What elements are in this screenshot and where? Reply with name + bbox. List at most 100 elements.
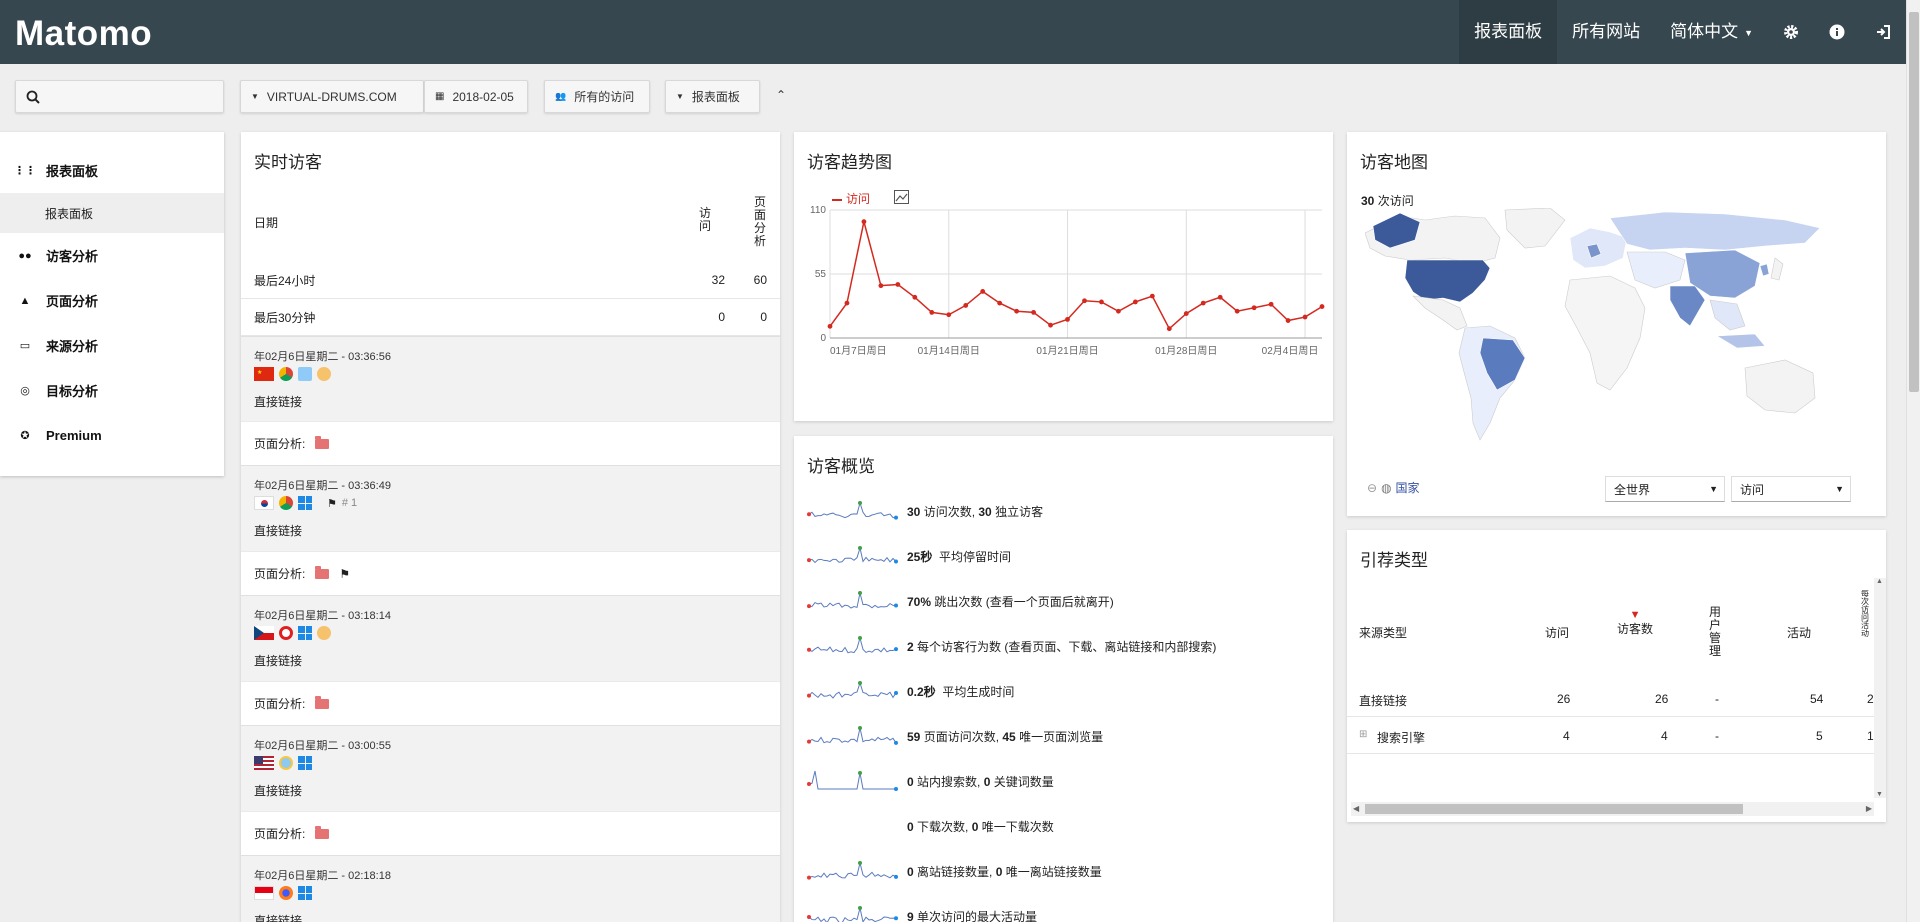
folder-icon[interactable] [315,695,330,709]
overview-label: 唯一下载次数 [978,819,1054,834]
col-referrer-type[interactable]: 来源类型 [1359,624,1407,641]
site-selector[interactable]: ▼ VIRTUAL-DRUMS.COM [240,80,424,113]
visit-item[interactable]: 年02月6日星期二 - 03:36:56 ★ 直接链接 [241,336,780,421]
region-select[interactable]: 全世界 ▼ [1605,476,1725,502]
table-row[interactable]: ⊞ 搜索引擎 4 4 - 5 1. [1347,717,1886,754]
chrome-icon [279,367,293,381]
data-point[interactable] [946,312,952,318]
data-point[interactable] [1268,301,1274,307]
visit-item[interactable]: 年02月6日星期二 - 03:18:14 直接链接 [241,595,780,681]
data-point[interactable] [1200,300,1206,306]
menu-item-visitors[interactable]: ●● 访客分析 [0,233,224,278]
sparkline-icon[interactable] [807,587,899,615]
map-level-link[interactable]: 国家 [1396,479,1420,496]
menu-item-dashboard[interactable]: ⋮⋮ 报表面板 [0,148,224,193]
goal-flag-icon: ⚑ [339,566,351,581]
data-point[interactable] [1031,310,1036,315]
info-icon[interactable] [1814,0,1860,64]
col-users[interactable]: 用户管理 [1709,606,1723,658]
menu-item-actions[interactable]: ▲ 页面分析 [0,278,224,323]
menu-item-goals[interactable]: ◎ 目标分析 [0,368,224,413]
data-point[interactable] [1302,314,1308,320]
data-point[interactable] [929,310,935,315]
data-point[interactable] [878,283,884,289]
data-point[interactable] [997,300,1003,306]
data-point[interactable] [1319,304,1325,309]
metric-select[interactable]: 访问 ▼ [1731,476,1851,502]
folder-icon[interactable] [315,565,330,579]
matomo-logo[interactable]: Matomo [15,14,152,54]
folder-icon[interactable] [315,435,330,449]
segment-selector[interactable]: 👥 所有的访问 [544,80,650,113]
table-horizontal-scrollbar-thumb[interactable] [1365,804,1743,814]
collapse-icon[interactable]: ⌃ [776,88,786,102]
data-point[interactable] [1217,294,1223,300]
world-map[interactable] [1365,208,1835,448]
sparkline-icon[interactable] [807,542,899,570]
data-point[interactable] [1183,311,1189,316]
sparkline-icon[interactable] [807,857,899,885]
sparkline-icon[interactable] [807,497,899,525]
visit-time: 年02月6日星期二 - 03:00:55 [254,740,391,752]
visit-item[interactable]: 年02月6日星期二 - 02:18:18 直接链接 [241,855,780,922]
search-input[interactable] [15,80,224,113]
sparkline-icon[interactable] [807,632,899,660]
col-visits[interactable]: 访问 [1545,624,1569,641]
expand-icon[interactable]: ⊞ [1359,729,1367,740]
sparkline-icon[interactable] [807,767,899,795]
data-point[interactable] [1251,305,1257,311]
nav-language[interactable]: 简体中文 ▼ [1655,0,1768,64]
data-point[interactable] [963,303,969,308]
menu-subitem-dashboard[interactable]: 报表面板 [0,193,224,233]
data-point[interactable] [1234,308,1240,314]
globe-icon[interactable]: ◍ [1381,481,1391,495]
data-point[interactable] [1014,308,1020,314]
folder-icon[interactable] [315,825,330,839]
sparkline-icon[interactable] [807,902,899,922]
col-actions-per-visit[interactable]: 每次访问活动 [1861,590,1871,642]
table-vertical-scrollbar[interactable]: ▲ ▼ [1874,578,1886,798]
col-actions[interactable]: 活动 [1787,624,1811,641]
menu-item-referrers[interactable]: ▭ 来源分析 [0,323,224,368]
data-point[interactable] [1285,318,1291,323]
data-point[interactable] [861,219,867,225]
data-point[interactable] [1048,322,1053,328]
visit-item[interactable]: 年02月6日星期二 - 03:00:55 直接链接 [241,725,780,811]
overview-label: 平均生成时间 [935,684,1015,699]
data-point[interactable] [1116,308,1121,314]
data-point[interactable] [827,323,833,329]
sparkline-icon[interactable] [807,812,899,840]
visit-time: 年02月6日星期二 - 02:18:18 [254,870,391,882]
data-point[interactable] [1132,299,1138,305]
calendar-icon: ▦ [435,91,445,102]
data-point[interactable] [1065,316,1070,322]
gear-icon[interactable] [1768,0,1814,64]
page-scrollbar-thumb[interactable] [1909,12,1919,392]
nav-all-websites[interactable]: 所有网站 [1557,0,1655,64]
table-row[interactable]: 直接链接 26 26 - 54 2. [1347,680,1886,717]
data-point[interactable] [1099,299,1104,305]
chrome-icon [279,496,293,510]
data-point[interactable] [895,282,901,287]
visit-item[interactable]: 年02月6日星期二 - 03:36:49 ⚑ # 1 直接链接 [241,465,780,551]
nav-dashboard[interactable]: 报表面板 [1459,0,1558,64]
zoom-out-icon[interactable]: ⊖ [1367,481,1377,495]
data-point[interactable] [980,289,986,294]
overview-value: 0 [907,774,914,789]
page-scrollbar[interactable] [1906,0,1920,922]
menu-item-premium[interactable]: ✪ Premium [0,413,224,458]
data-point[interactable] [844,300,850,306]
data-point[interactable] [1166,326,1172,332]
widget-visits-overview: 访客概览 30 访问次数, 30 独立访客 25秒 平均停留时间 70% 跳出次数 … [794,436,1333,922]
data-point[interactable] [1149,293,1155,299]
table-horizontal-scrollbar[interactable]: ◀ ▶ [1351,802,1874,816]
date-selector[interactable]: ▦ 2018-02-05 [424,80,528,113]
sparkline-icon[interactable] [807,677,899,705]
data-point[interactable] [912,294,918,300]
sparkline-icon[interactable] [807,722,899,750]
logout-icon[interactable] [1860,0,1906,64]
dashboard-selector[interactable]: ▼ 报表面板 [665,80,760,113]
data-point[interactable] [1082,298,1087,304]
caret-down-icon: ▼ [251,92,259,101]
col-visitors[interactable]: ▼ 访客数 [1617,610,1653,637]
